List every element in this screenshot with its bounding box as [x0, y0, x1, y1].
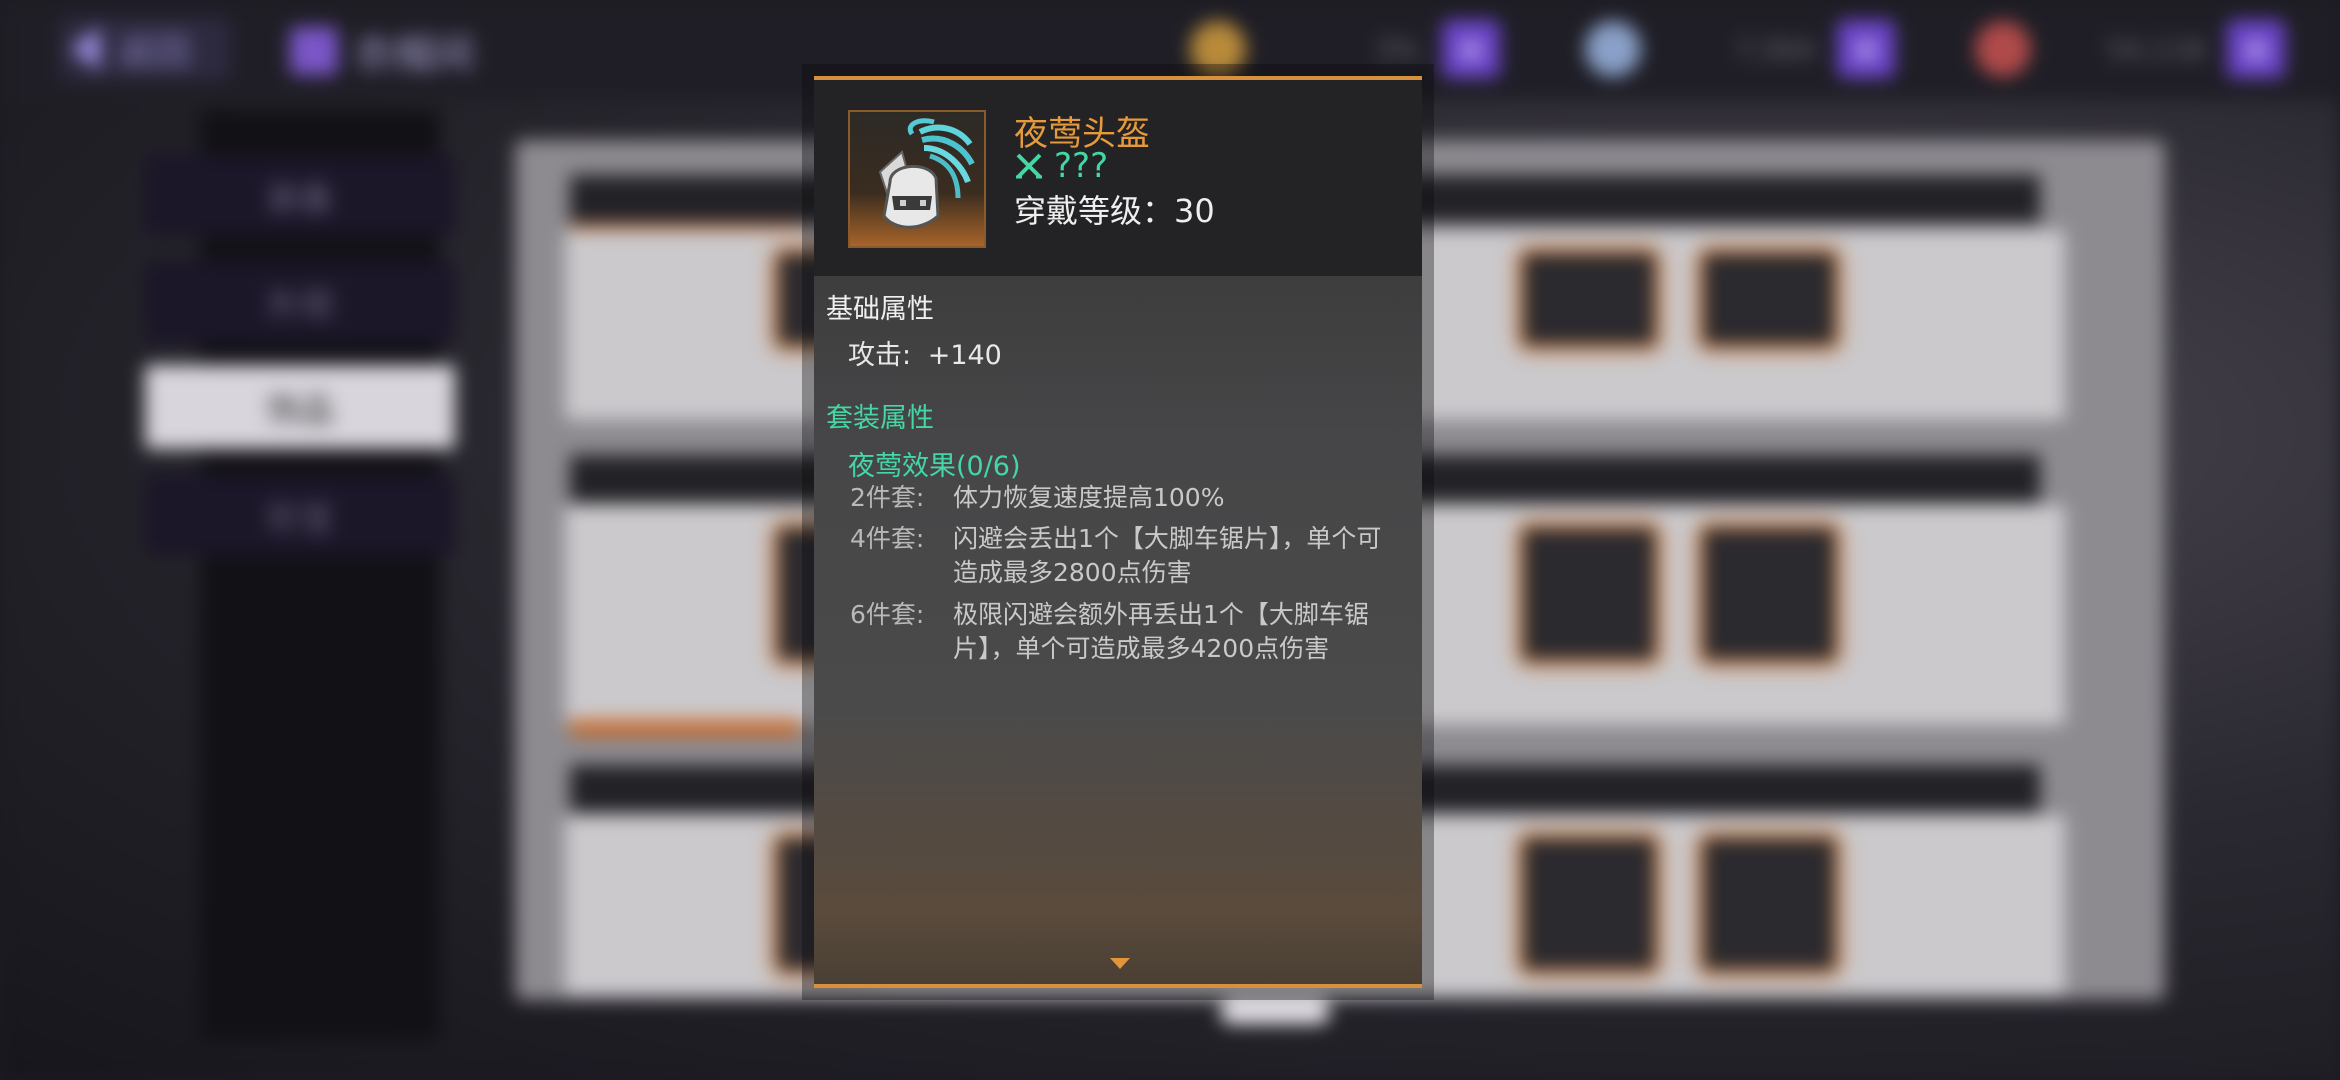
back-label: 返回: [118, 32, 191, 73]
wear-level: 穿戴等级：30: [1014, 192, 1215, 230]
item-icon-frame: [848, 110, 986, 248]
set-effect-text: 极限闪避会额外再丢出1个【大脚车锯片】，单个可造成最多4200点伤害: [953, 600, 1369, 663]
resource-energy: 54,118 +: [1975, 18, 2285, 80]
equipment-slot[interactable]: [1520, 835, 1658, 973]
set-effect-key: 2件套:: [850, 483, 925, 512]
sidebar-item-label: 装备: [266, 178, 334, 219]
set-name: 夜莺效果(0/6): [848, 451, 1021, 482]
bottom-handle[interactable]: [1220, 1000, 1330, 1024]
item-type-row: ???: [1014, 146, 1108, 186]
back-button[interactable]: 返回: [60, 18, 230, 80]
sidebar-item-equipment[interactable]: 装备: [145, 155, 455, 235]
equipment-slot[interactable]: [1700, 525, 1838, 663]
page-title-text: 衣帽间: [354, 32, 474, 78]
resource-crystal: 7,564 +: [1585, 18, 1895, 80]
crossed-swords-icon: [1016, 153, 1042, 179]
set-effect-key: 6件套:: [850, 600, 925, 629]
wardrobe-icon: [290, 27, 338, 75]
sidebar-item-accessories[interactable]: 饰品: [145, 365, 455, 449]
tooltip-header: 夜莺头盔 ??? 穿戴等级：30: [814, 80, 1422, 276]
stat-label: 攻击:: [848, 340, 912, 371]
set-effect-2: 2件套: 体力恢复速度提高100%: [850, 481, 1405, 515]
crystal-icon: [1585, 21, 1641, 77]
resource-gold: 3% +: [1190, 18, 1500, 80]
set-effect-text: 闪避会丢出1个【大脚车锯片】，单个可造成最多2800点伤害: [953, 524, 1382, 587]
set-effect-text: 体力恢复速度提高100%: [953, 483, 1225, 512]
equipment-slot[interactable]: [1520, 525, 1658, 663]
item-type-text: ???: [1054, 146, 1109, 186]
set-effect-4: 4件套: 闪避会丢出1个【大脚车锯片】，单个可造成最多2800点伤害: [850, 522, 1405, 590]
add-crystal-button[interactable]: +: [1837, 20, 1895, 78]
sidebar-item-label: 饰品: [266, 390, 334, 431]
resource-value: 7,564: [1734, 32, 1815, 66]
add-energy-button[interactable]: +: [2227, 20, 2285, 78]
energy-icon: [1975, 21, 2031, 77]
coin-icon: [1190, 21, 1246, 77]
sidebar-item-label: 外观: [266, 285, 334, 326]
set-effect-6: 6件套: 极限闪避会额外再丢出1个【大脚车锯片】，单个可造成最多4200点伤害: [850, 598, 1405, 666]
sidebar-item-appearance[interactable]: 外观: [145, 262, 455, 342]
equipment-slot[interactable]: [1700, 835, 1838, 973]
resource-value: 54,118: [2107, 32, 2205, 66]
stat-attack-row: 攻击: +140: [848, 333, 1002, 372]
set-row-accent: [570, 720, 800, 736]
resource-value: 3%: [1375, 32, 1420, 66]
sidebar-item-treasure[interactable]: 珍宝: [145, 475, 455, 555]
add-gold-button[interactable]: +: [1442, 20, 1500, 78]
base-stats-title: 基础属性: [826, 294, 934, 325]
set-effect-key: 4件套:: [850, 524, 925, 553]
stat-value: +140: [927, 340, 1002, 371]
equipment-slot[interactable]: [1520, 250, 1658, 348]
sidebar-background: [200, 110, 440, 1040]
set-stats-title: 套装属性: [826, 403, 934, 434]
equipment-slot[interactable]: [1700, 250, 1838, 348]
helmet-icon: [878, 118, 975, 229]
scroll-down-icon[interactable]: [1110, 958, 1130, 969]
item-tooltip: 夜莺头盔 ??? 穿戴等级：30 基础属性 攻击: +140 套装属性 夜莺效果…: [814, 76, 1422, 988]
back-arrow-icon: [70, 27, 100, 71]
page-title: 衣帽间: [290, 22, 474, 80]
sidebar-item-label: 珍宝: [266, 498, 334, 539]
